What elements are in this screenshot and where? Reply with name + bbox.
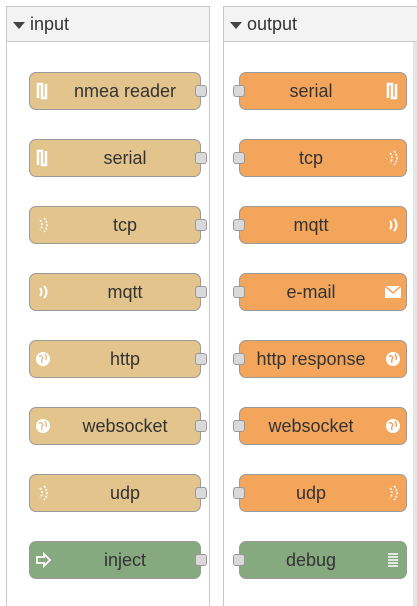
input-port[interactable] <box>233 487 245 499</box>
wave-icon <box>30 274 56 310</box>
input-port[interactable] <box>233 554 245 566</box>
input-port[interactable] <box>233 286 245 298</box>
serial-icon <box>30 140 56 176</box>
output-port[interactable] <box>195 487 207 499</box>
wave-icon <box>380 475 406 511</box>
node-label: websocket <box>268 415 354 436</box>
node-label: e-mail <box>286 281 336 302</box>
node-label: mqtt <box>107 281 143 302</box>
envelope-icon <box>380 274 406 310</box>
palette-node-debug[interactable]: debug <box>233 541 407 579</box>
output-port[interactable] <box>195 286 207 298</box>
input-port[interactable] <box>233 85 245 97</box>
input-port[interactable] <box>233 152 245 164</box>
palette-node-udp-out[interactable]: udp <box>233 474 407 512</box>
palette-node-mqtt-in[interactable]: mqtt <box>29 273 207 311</box>
caret-down-icon <box>13 21 25 29</box>
output-port[interactable] <box>195 85 207 97</box>
output-port[interactable] <box>195 554 207 566</box>
wave-icon <box>30 475 56 511</box>
output-port[interactable] <box>195 420 207 432</box>
output-port[interactable] <box>195 219 207 231</box>
scrollbar[interactable] <box>413 42 417 606</box>
input-category-label: input <box>30 13 70 34</box>
palette-node-udp-in[interactable]: udp <box>29 474 207 512</box>
node-label: inject <box>103 549 147 570</box>
output-category-header[interactable]: output <box>224 7 417 42</box>
output-palette: output serial tcp mqtt e-mail http respo… <box>223 6 417 606</box>
node-label: mqtt <box>293 214 329 235</box>
input-port[interactable] <box>233 219 245 231</box>
node-label: tcp <box>112 214 137 235</box>
input-palette: input nmea reader serial tcp mqtt http w… <box>6 6 210 606</box>
node-label: debug <box>285 549 337 570</box>
wave-icon <box>30 207 56 243</box>
output-port[interactable] <box>195 152 207 164</box>
node-label: http <box>109 348 141 369</box>
list-icon <box>380 542 406 578</box>
node-label: udp <box>295 482 327 503</box>
palette-node-http-in[interactable]: http <box>29 340 207 378</box>
globe-icon <box>30 341 56 377</box>
palette-node-tcp-in[interactable]: tcp <box>29 206 207 244</box>
globe-icon <box>380 408 406 444</box>
node-label: udp <box>109 482 141 503</box>
input-port[interactable] <box>233 420 245 432</box>
input-node-list: nmea reader serial tcp mqtt http websock… <box>7 42 209 606</box>
palette-node-nmea-reader[interactable]: nmea reader <box>29 72 207 110</box>
globe-icon <box>380 341 406 377</box>
arrow-in-icon <box>30 542 56 578</box>
node-label: serial <box>289 80 333 101</box>
node-label: nmea reader <box>73 80 177 101</box>
palette-node-http-response[interactable]: http response <box>233 340 407 378</box>
palette-node-mqtt-out[interactable]: mqtt <box>233 206 407 244</box>
node-label: serial <box>103 147 147 168</box>
node-label: tcp <box>298 147 323 168</box>
node-label: http response <box>256 348 366 369</box>
palette-node-tcp-out[interactable]: tcp <box>233 139 407 177</box>
output-node-list: serial tcp mqtt e-mail http response web… <box>224 42 417 606</box>
wave-icon <box>380 140 406 176</box>
serial-icon <box>30 73 56 109</box>
output-port[interactable] <box>195 353 207 365</box>
node-label: websocket <box>82 415 168 436</box>
palette-node-serial-out[interactable]: serial <box>233 72 407 110</box>
serial-icon <box>380 73 406 109</box>
input-port[interactable] <box>233 353 245 365</box>
wave-icon <box>380 207 406 243</box>
input-category-header[interactable]: input <box>7 7 209 42</box>
palette-node-websocket-in[interactable]: websocket <box>29 407 207 445</box>
palette-node-websocket-out[interactable]: websocket <box>233 407 407 445</box>
palette-node-serial-in[interactable]: serial <box>29 139 207 177</box>
caret-down-icon <box>230 21 242 29</box>
globe-icon <box>30 408 56 444</box>
palette-node-email-out[interactable]: e-mail <box>233 273 407 311</box>
output-category-label: output <box>247 13 298 34</box>
palette-node-inject[interactable]: inject <box>29 541 207 579</box>
